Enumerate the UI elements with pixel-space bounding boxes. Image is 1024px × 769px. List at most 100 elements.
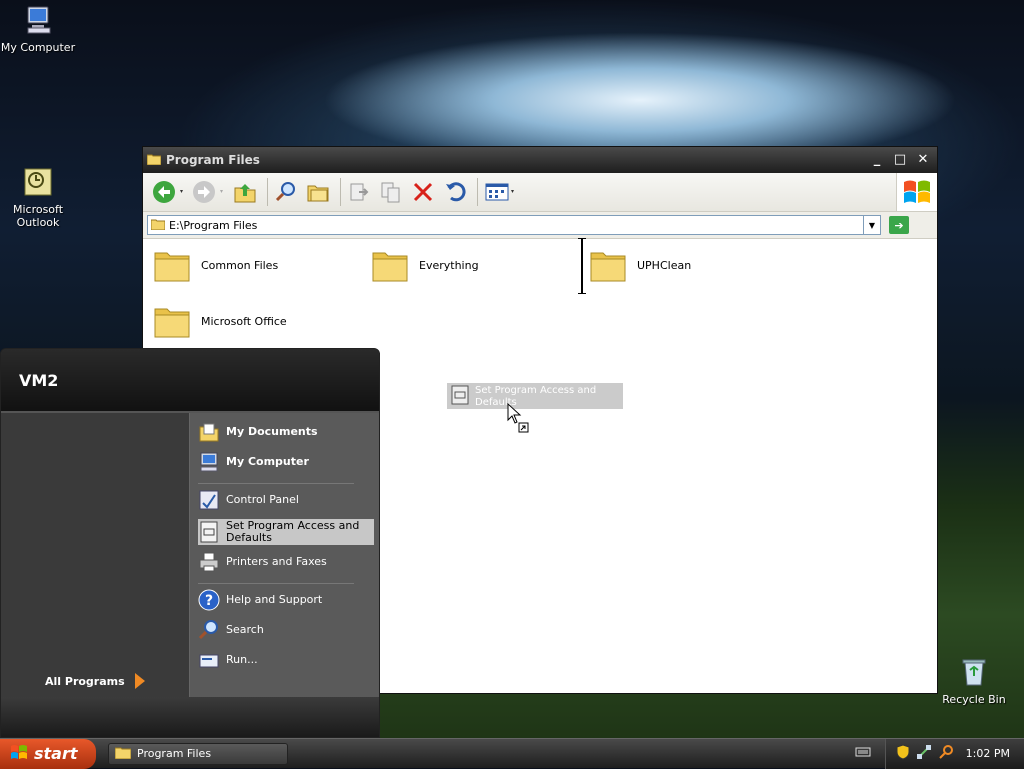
desktop-icon-label: My Computer xyxy=(0,41,76,54)
maximize-button[interactable]: □ xyxy=(890,151,910,169)
insertion-cursor xyxy=(578,238,586,294)
taskbar-item-label: Program Files xyxy=(137,747,212,760)
views-icon xyxy=(485,183,514,201)
folder-icon xyxy=(154,308,190,338)
clock[interactable]: 1:02 PM xyxy=(966,747,1010,760)
menu-item-run[interactable]: Run... xyxy=(198,649,374,671)
go-arrow-icon: ➔ xyxy=(894,218,904,232)
svg-text:?: ? xyxy=(205,593,213,609)
folder-label: UPHClean xyxy=(637,258,692,272)
outlook-icon xyxy=(0,166,78,201)
folder-icon xyxy=(154,252,190,282)
move-to-icon xyxy=(350,183,369,201)
menu-item-printers-faxes[interactable]: Printers and Faxes xyxy=(198,551,374,573)
address-input[interactable]: E:\Program Files xyxy=(147,215,864,235)
back-button[interactable] xyxy=(151,178,187,206)
folder-icon xyxy=(150,218,166,233)
program-shortcut-icon xyxy=(200,521,218,543)
toolbar xyxy=(143,173,937,212)
views-button[interactable] xyxy=(482,178,518,206)
desktop-icon-my-computer[interactable]: My Computer xyxy=(0,4,78,54)
computer-icon xyxy=(200,452,218,472)
up-folder-icon xyxy=(234,184,256,203)
delete-button[interactable] xyxy=(409,178,437,206)
arrow-right-icon xyxy=(134,673,145,689)
menu-item-help-support[interactable]: ? Help and Support xyxy=(198,589,374,611)
window-title: Program Files xyxy=(166,153,260,167)
computer-icon xyxy=(0,4,78,39)
my-documents-icon xyxy=(199,423,219,442)
search-icon[interactable] xyxy=(938,744,954,763)
copy-to-button[interactable] xyxy=(377,178,405,206)
network-icon[interactable] xyxy=(916,744,932,763)
title-bar[interactable]: Program Files _ □ ✕ xyxy=(143,147,937,173)
pinned-programs-pane: All Programs xyxy=(1,413,189,697)
address-value: E:\Program Files xyxy=(169,218,258,232)
menu-item-control-panel[interactable]: Control Panel xyxy=(198,489,374,511)
go-button[interactable]: ➔ xyxy=(889,216,909,234)
folder-item[interactable]: Everything xyxy=(371,247,479,283)
drag-ghost-item: Set Program Access and Defaults xyxy=(447,383,623,409)
desktop-icon-recycle-bin[interactable]: Recycle Bin xyxy=(934,656,1014,706)
menu-item-my-computer[interactable]: My Computer xyxy=(198,451,374,473)
security-shield-icon[interactable] xyxy=(896,744,910,763)
folders-icon xyxy=(307,185,329,202)
system-tray: 1:02 PM xyxy=(884,738,1024,769)
windows-logo-icon xyxy=(896,173,937,211)
user-name: VM2 xyxy=(19,370,59,390)
start-label: start xyxy=(34,744,78,763)
help-icon: ? xyxy=(198,589,220,611)
minimize-button[interactable]: _ xyxy=(867,151,887,169)
move-to-button[interactable] xyxy=(345,178,373,206)
back-icon xyxy=(153,181,183,203)
search-icon xyxy=(198,620,218,640)
delete-icon xyxy=(413,182,433,202)
all-programs-label: All Programs xyxy=(45,674,125,688)
desktop-icon-label: Recycle Bin xyxy=(942,693,1006,706)
menu-item-search[interactable]: Search xyxy=(198,619,374,641)
forward-button[interactable] xyxy=(191,178,227,206)
close-button[interactable]: ✕ xyxy=(913,151,933,169)
recycle-bin-icon xyxy=(934,656,1014,691)
user-header: VM2 xyxy=(1,349,379,413)
keyboard-icon[interactable] xyxy=(855,746,871,761)
address-dropdown-button[interactable]: ▼ xyxy=(864,215,881,235)
forward-icon xyxy=(193,181,223,203)
address-bar: E:\Program Files ▼ ➔ xyxy=(143,212,937,239)
run-icon xyxy=(199,654,219,668)
start-menu-footer xyxy=(1,697,379,737)
search-icon xyxy=(275,182,295,202)
undo-icon xyxy=(446,182,466,202)
drag-ghost-label: Set Program Access and Defaults xyxy=(475,385,597,408)
program-shortcut-icon xyxy=(451,385,469,405)
folder-label: Microsoft Office xyxy=(201,314,287,328)
places-pane: My Documents My Computer Control Panel S… xyxy=(189,413,379,697)
start-menu: VM2 All Programs My Documents My Compute… xyxy=(0,348,380,738)
control-panel-icon xyxy=(199,490,219,510)
drag-cursor-icon xyxy=(507,402,531,438)
folder-label: Common Files xyxy=(201,258,279,272)
folder-icon xyxy=(146,153,162,168)
taskbar-item-program-files[interactable]: Program Files xyxy=(108,742,288,765)
undo-button[interactable] xyxy=(441,178,469,206)
folder-icon xyxy=(372,252,408,282)
up-folder-button[interactable] xyxy=(231,178,259,206)
start-button[interactable]: start xyxy=(0,738,96,769)
copy-to-icon xyxy=(381,182,400,203)
folder-item[interactable]: Microsoft Office xyxy=(153,303,287,339)
folder-item[interactable]: Common Files xyxy=(153,247,278,283)
folder-item[interactable]: UPHClean xyxy=(589,247,691,283)
menu-item-my-documents[interactable]: My Documents xyxy=(198,421,374,443)
desktop-icon-label: Microsoft Outlook xyxy=(12,203,64,229)
chevron-down-icon: ▼ xyxy=(868,220,876,230)
search-button[interactable] xyxy=(272,178,300,206)
desktop-icon-outlook[interactable]: Microsoft Outlook xyxy=(0,166,78,229)
folders-button[interactable] xyxy=(304,178,332,206)
printer-icon xyxy=(199,552,219,572)
all-programs-button[interactable]: All Programs xyxy=(45,673,145,689)
taskbar: start Program Files 1:02 PM xyxy=(0,738,1024,769)
folder-icon xyxy=(590,252,626,282)
menu-item-set-program-access[interactable]: Set Program Access and Defaults xyxy=(198,519,374,545)
folder-label: Everything xyxy=(419,258,479,272)
folder-icon xyxy=(114,746,132,762)
